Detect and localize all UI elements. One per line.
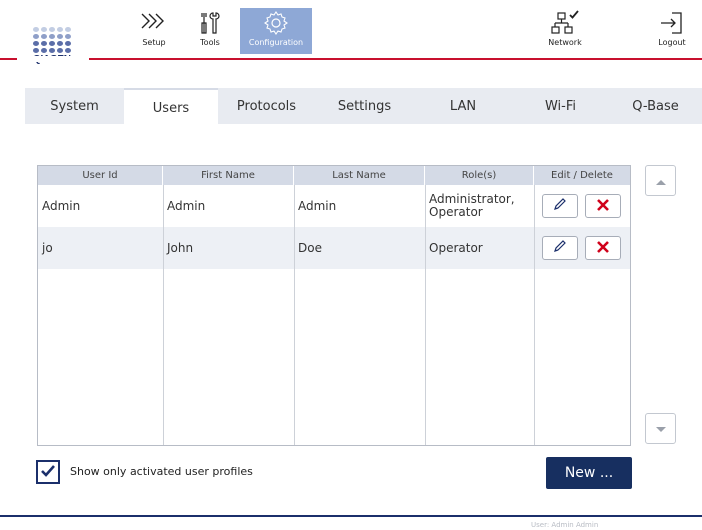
cell-roles: Administrator, Operator — [429, 192, 515, 219]
nav-network-label: Network — [548, 38, 582, 47]
triangle-up-icon — [655, 171, 667, 190]
footer-divider — [0, 515, 702, 517]
nav-configuration-label: Configuration — [248, 38, 304, 47]
column-header-last-name[interactable]: Last Name — [294, 166, 425, 185]
cell-first-name: John — [167, 240, 194, 255]
tab-wifi[interactable]: Wi-Fi — [512, 88, 609, 124]
close-icon — [596, 197, 610, 216]
logout-icon — [648, 10, 696, 36]
network-icon — [540, 10, 590, 36]
cell-first-name: Admin — [167, 198, 206, 213]
app-header: QIAGEN Setup Tools Configuration Network… — [0, 0, 702, 65]
show-activated-label: Show only activated user profiles — [70, 465, 253, 478]
edit-user-button[interactable] — [542, 194, 578, 218]
tab-system[interactable]: System — [25, 88, 124, 124]
tab-protocols[interactable]: Protocols — [218, 88, 315, 124]
gear-icon — [240, 10, 312, 36]
column-header-first-name[interactable]: First Name — [163, 166, 294, 185]
tab-qbase[interactable]: Q-Base — [609, 88, 702, 124]
chevrons-right-icon — [134, 10, 174, 36]
tab-lan[interactable]: LAN — [414, 88, 512, 124]
table-header: User Id First Name Last Name Role(s) Edi… — [38, 166, 630, 185]
scroll-down-button[interactable] — [645, 413, 676, 444]
cell-user-id: jo — [42, 240, 53, 255]
triangle-down-icon — [655, 419, 667, 438]
checkmark-icon — [40, 463, 56, 482]
edit-user-button[interactable] — [542, 236, 578, 260]
tools-icon — [190, 10, 230, 36]
configuration-tabs: System Users Protocols Settings LAN Wi-F… — [25, 88, 702, 126]
nav-network-button[interactable]: Network — [540, 8, 590, 54]
pencil-icon — [552, 238, 568, 258]
header-divider — [0, 58, 702, 60]
new-user-button[interactable]: New ... — [546, 457, 632, 489]
nav-setup-button[interactable]: Setup — [134, 8, 174, 54]
nav-tools-label: Tools — [200, 38, 220, 47]
column-header-user-id[interactable]: User Id — [38, 166, 163, 185]
column-header-roles[interactable]: Role(s) — [425, 166, 534, 185]
cell-roles: Operator — [429, 240, 483, 255]
show-activated-checkbox[interactable] — [36, 460, 60, 484]
cell-user-id: Admin — [42, 198, 81, 213]
tab-settings[interactable]: Settings — [315, 88, 414, 124]
column-header-edit-delete: Edit / Delete — [551, 170, 613, 181]
users-table: User Id First Name Last Name Role(s) Edi… — [37, 165, 631, 446]
pencil-icon — [552, 196, 568, 216]
nav-tools-button[interactable]: Tools — [190, 8, 230, 54]
logged-in-user-status: User: Admin Admin — [531, 521, 599, 529]
table-row[interactable]: jo John Doe Operator — [38, 227, 630, 269]
nav-logout-button[interactable]: Logout — [648, 8, 696, 54]
nav-logout-label: Logout — [658, 38, 686, 47]
close-icon — [596, 239, 610, 258]
cell-last-name: Admin — [298, 198, 337, 213]
nav-setup-label: Setup — [142, 38, 166, 47]
delete-user-button[interactable] — [585, 236, 621, 260]
cell-last-name: Doe — [298, 240, 322, 255]
tab-users[interactable]: Users — [124, 88, 218, 126]
scroll-up-button[interactable] — [645, 165, 676, 196]
nav-configuration-button[interactable]: Configuration — [240, 8, 312, 54]
delete-user-button[interactable] — [585, 194, 621, 218]
table-row[interactable]: Admin Admin Admin Administrator, Operato… — [38, 185, 630, 227]
